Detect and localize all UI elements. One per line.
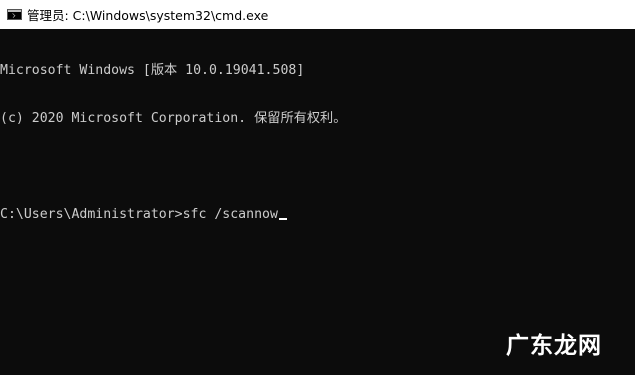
console-prompt-line[interactable]: C:\Users\Administrator>sfc /scannow: [0, 207, 635, 223]
console-line-blank: [0, 159, 635, 175]
command-input[interactable]: C:\Users\Administrator>sfc /scannow: [0, 207, 278, 222]
console-output[interactable]: Microsoft Windows [版本 10.0.19041.508] (c…: [0, 29, 635, 375]
cmd-window: 管理员: C:\Windows\system32\cmd.exe Microso…: [0, 0, 635, 375]
console-line-version: Microsoft Windows [版本 10.0.19041.508]: [0, 63, 305, 78]
title-bar[interactable]: 管理员: C:\Windows\system32\cmd.exe: [0, 0, 635, 29]
cmd-icon: [7, 9, 22, 20]
console-line-copyright: (c) 2020 Microsoft Corporation. 保留所有权利。: [0, 111, 347, 126]
text-cursor: [278, 218, 287, 220]
watermark: 广东龙网: [506, 333, 602, 359]
window-title: 管理员: C:\Windows\system32\cmd.exe: [27, 8, 269, 23]
